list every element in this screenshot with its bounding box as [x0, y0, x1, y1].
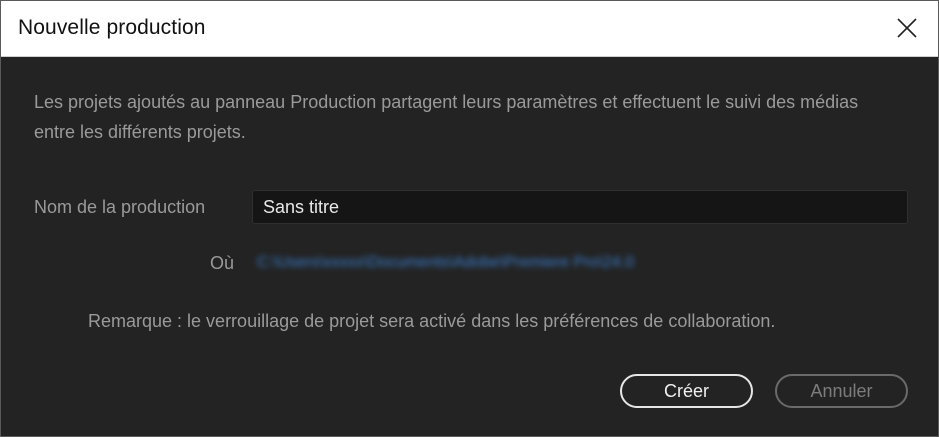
create-button[interactable]: Créer — [620, 374, 753, 408]
location-label: Où — [210, 253, 235, 273]
location-path-link[interactable]: C:\Users\xxxxx\Documents\Adobe\Premiere … — [257, 254, 634, 272]
close-button[interactable] — [890, 11, 924, 45]
new-production-dialog: Nouvelle production Les projets ajoutés … — [0, 0, 939, 437]
description-text: Les projets ajoutés au panneau Productio… — [34, 92, 859, 142]
close-icon — [897, 18, 917, 38]
dialog-title: Nouvelle production — [18, 16, 206, 39]
title-bar: Nouvelle production — [1, 1, 938, 57]
collaboration-note: Remarque : le verrouillage de projet ser… — [88, 311, 776, 331]
production-name-input[interactable] — [252, 190, 908, 224]
cancel-button[interactable]: Annuler — [775, 374, 908, 408]
production-name-label: Nom de la production — [34, 197, 206, 217]
dialog-content: Les projets ajoutés au panneau Productio… — [1, 57, 938, 436]
